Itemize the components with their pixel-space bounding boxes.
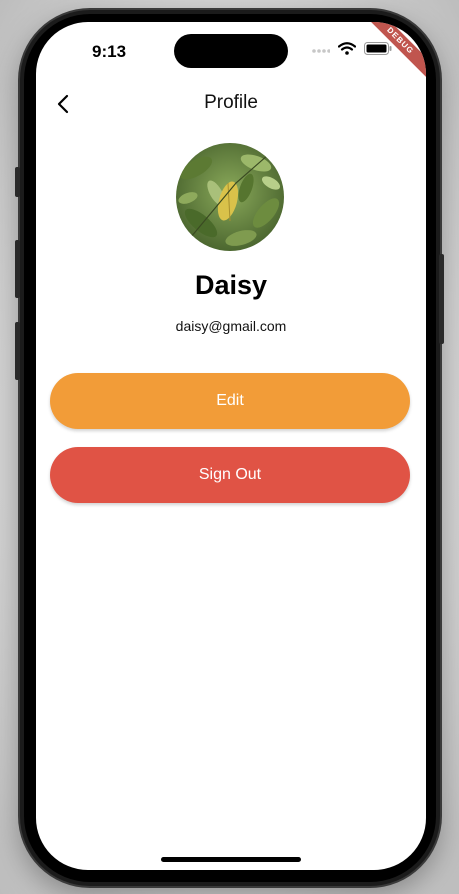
status-icons xyxy=(312,42,392,55)
profile-email: daisy@gmail.com xyxy=(175,318,287,334)
dynamic-island xyxy=(174,34,288,68)
signal-icon xyxy=(312,48,330,53)
app-screen: 9:13 DEBUG Profile Daisy daisy@gmail.com… xyxy=(36,22,426,870)
sign-out-button[interactable]: Sign Out xyxy=(50,447,410,503)
volume-down-button xyxy=(15,322,20,380)
battery-icon xyxy=(364,42,392,55)
home-indicator[interactable] xyxy=(161,857,301,862)
volume-up-button xyxy=(15,240,20,298)
page-title: Profile xyxy=(204,92,258,113)
edit-button[interactable]: Edit xyxy=(50,373,410,429)
status-time: 9:13 xyxy=(92,42,127,61)
profile-name: Daisy xyxy=(194,270,268,300)
avatar xyxy=(176,143,284,251)
chevron-left-icon xyxy=(57,94,69,114)
power-button xyxy=(439,254,444,344)
back-button[interactable] xyxy=(52,92,76,116)
silent-switch xyxy=(15,167,20,197)
wifi-icon xyxy=(338,42,356,55)
